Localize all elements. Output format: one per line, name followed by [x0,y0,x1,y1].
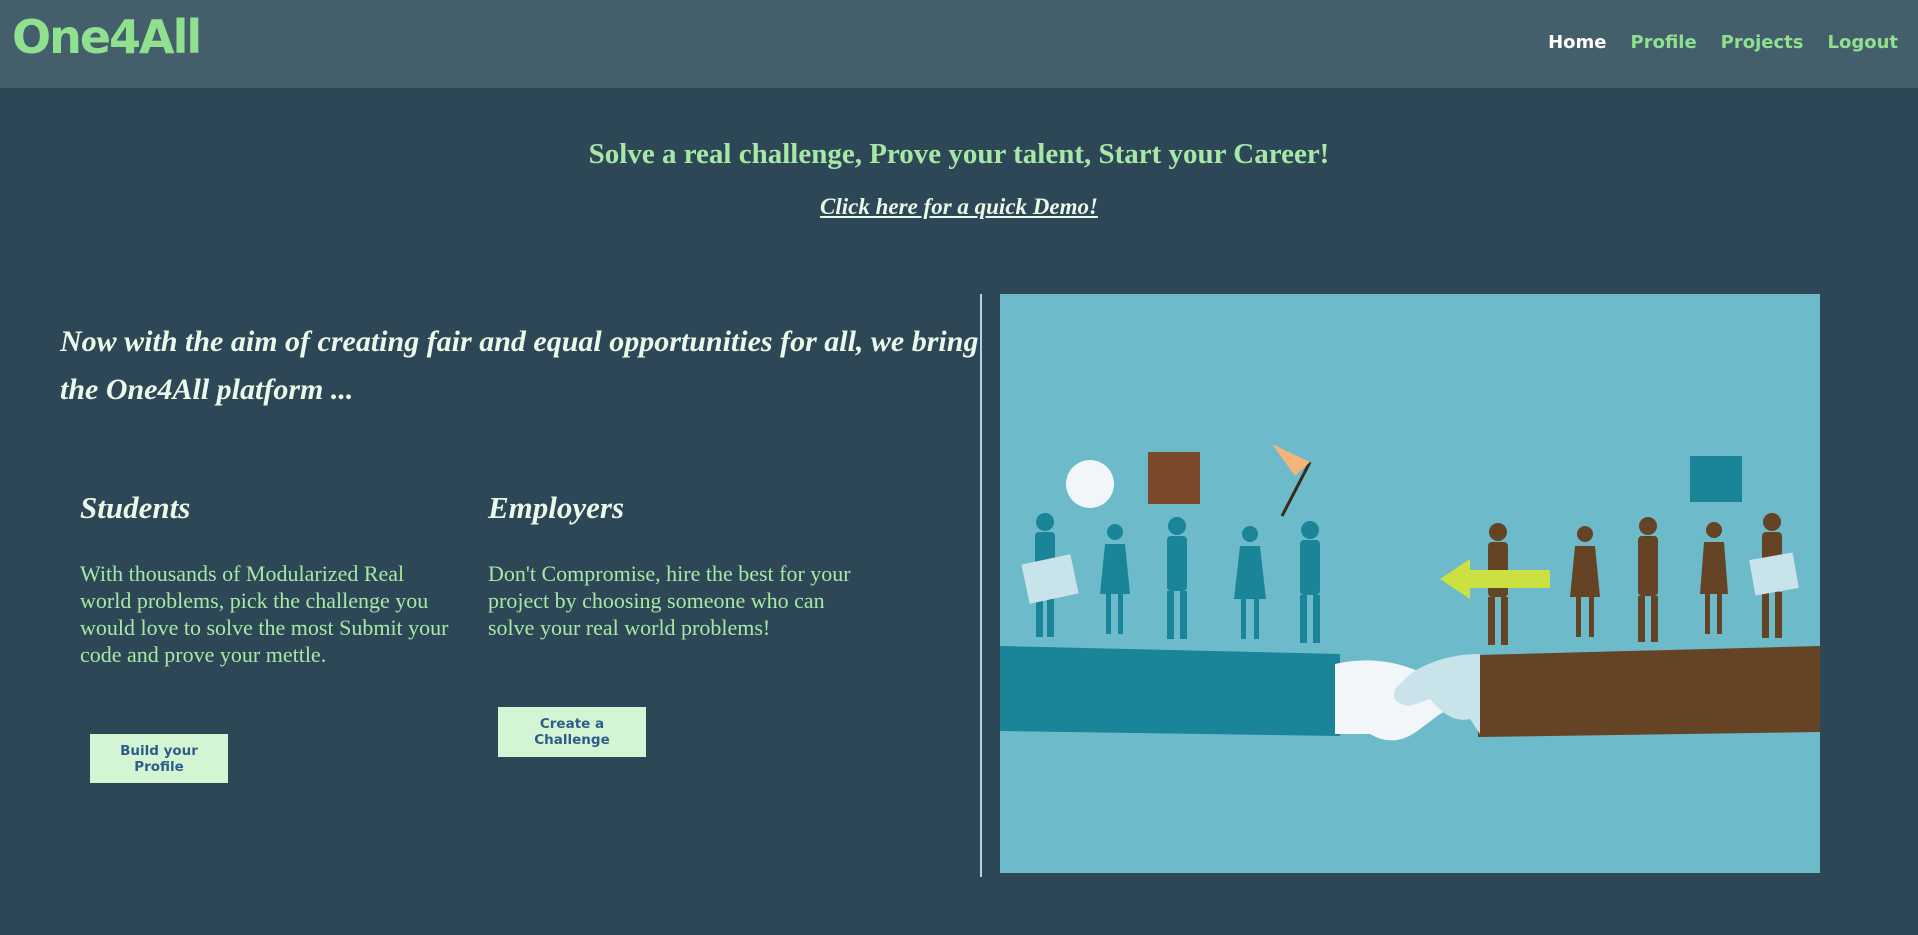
employers-heading: Employers [488,490,625,525]
navbar: One4All Home Profile Projects Logout [0,0,1918,88]
nav-link-projects[interactable]: Projects [1721,32,1804,53]
teal-puzzle-piece-icon [1690,456,1742,502]
nav-link-home[interactable]: Home [1548,32,1606,53]
demo-link[interactable]: Click here for a quick Demo! [0,194,1918,220]
illustration-graphic [1000,444,1820,741]
teams-handshake-illustration [1000,294,1820,873]
section-divider [980,294,982,877]
nav-link-profile[interactable]: Profile [1631,32,1697,53]
brand-logo[interactable]: One4All [12,10,202,64]
nav-link-logout[interactable]: Logout [1827,32,1898,53]
gear-sign-icon [1749,552,1799,596]
handshake-icon [1335,654,1480,741]
lightbulb-bubble-icon [1066,460,1114,508]
sign-board-icon [1021,554,1079,604]
create-challenge-button[interactable]: Create a Challenge [498,707,646,757]
left-team-figures [1035,513,1320,643]
students-section: Students With thousands of Modularized R… [80,490,460,668]
students-description: With thousands of Modularized Real world… [80,561,449,667]
intro-text: Now with the aim of creating fair and eq… [60,325,979,406]
students-heading: Students [80,490,191,525]
build-profile-button[interactable]: Build your Profile [90,734,228,783]
teal-platform [1000,646,1340,736]
hero-tagline: Solve a real challenge, Prove your talen… [588,138,1330,170]
employers-description: Don't Compromise, hire the best for your… [488,561,851,640]
employers-section: Employers Don't Compromise, hire the bes… [488,490,868,641]
nav-links: Home Profile Projects Logout [1548,32,1898,53]
brown-platform [1478,646,1820,737]
puzzle-piece-icon [1148,452,1200,504]
